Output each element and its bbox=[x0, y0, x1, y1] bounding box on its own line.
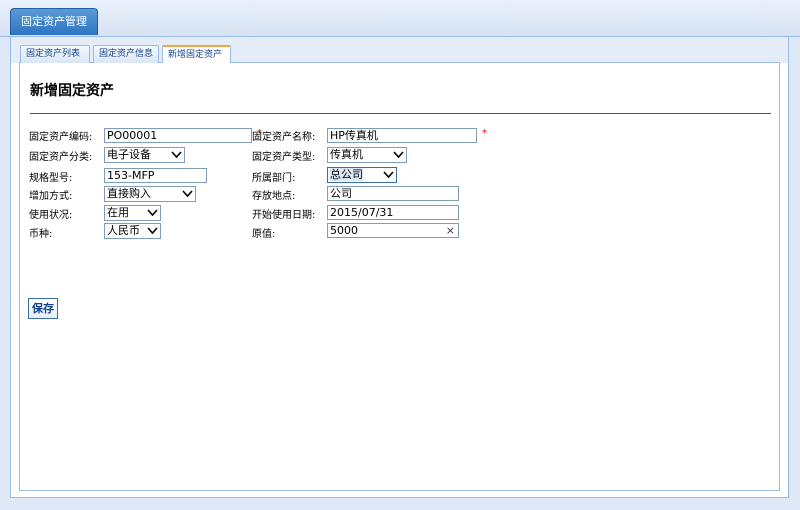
asset-category-value: 电子设备 bbox=[107, 148, 151, 161]
usage-status-value: 在用 bbox=[107, 206, 129, 219]
tab-add-asset[interactable]: 新增固定资产 bbox=[162, 45, 231, 64]
asset-type-value: 传真机 bbox=[330, 148, 363, 161]
asset-category-label: 固定资产分类: bbox=[29, 152, 93, 163]
currency-select[interactable]: 人民币 bbox=[104, 223, 161, 239]
chevron-down-icon bbox=[393, 151, 404, 159]
clear-icon[interactable]: × bbox=[446, 224, 455, 237]
tab-asset-list[interactable]: 固定资产列表 bbox=[20, 45, 90, 63]
top-tab-bar: 固定资产管理 bbox=[0, 0, 800, 37]
asset-name-label: 固定资产名称: bbox=[252, 132, 316, 143]
save-button[interactable]: 保存 bbox=[28, 298, 58, 319]
original-value-text: 5000 bbox=[330, 224, 358, 237]
increase-method-value: 直接购入 bbox=[107, 187, 151, 200]
usage-status-label: 使用状况: bbox=[29, 210, 73, 221]
content-container: 固定资产列表 固定资产信息 新增固定资产 新增固定资产 固定资产编码: PO00… bbox=[10, 36, 789, 498]
model-input[interactable]: 153-MFP bbox=[104, 168, 207, 183]
chevron-down-icon bbox=[147, 209, 158, 217]
original-value-input[interactable]: 5000 × bbox=[327, 223, 459, 238]
chevron-down-icon bbox=[383, 171, 394, 179]
chevron-down-icon bbox=[171, 151, 182, 159]
asset-code-label: 固定资产编码: bbox=[29, 132, 93, 143]
chevron-down-icon bbox=[147, 227, 158, 235]
currency-label: 币种: bbox=[29, 229, 53, 240]
asset-type-select[interactable]: 传真机 bbox=[327, 147, 407, 163]
increase-method-select[interactable]: 直接购入 bbox=[104, 186, 196, 202]
add-asset-form-panel: 新增固定资产 固定资产编码: PO00001 * 固定资产名称: HP传真机 *… bbox=[19, 63, 780, 491]
department-label: 所属部门: bbox=[252, 173, 296, 184]
asset-name-input[interactable]: HP传真机 bbox=[327, 128, 477, 143]
tab-asset-info[interactable]: 固定资产信息 bbox=[93, 45, 159, 63]
increase-method-label: 增加方式: bbox=[29, 191, 73, 202]
location-input[interactable]: 公司 bbox=[327, 186, 459, 201]
asset-category-select[interactable]: 电子设备 bbox=[104, 147, 185, 163]
department-value: 总公司 bbox=[330, 168, 363, 181]
department-select[interactable]: 总公司 bbox=[327, 167, 397, 183]
original-value-label: 原值: bbox=[252, 229, 276, 240]
location-label: 存放地点: bbox=[252, 191, 296, 202]
start-date-input[interactable]: 2015/07/31 bbox=[327, 205, 459, 220]
asset-code-input[interactable]: PO00001 bbox=[104, 128, 252, 143]
sub-tab-bar: 固定资产列表 固定资产信息 新增固定资产 bbox=[11, 37, 788, 64]
start-date-label: 开始使用日期: bbox=[252, 210, 316, 221]
divider bbox=[30, 113, 771, 114]
chevron-down-icon bbox=[182, 190, 193, 198]
usage-status-select[interactable]: 在用 bbox=[104, 205, 161, 221]
currency-value: 人民币 bbox=[107, 224, 140, 237]
tab-fixed-asset-management[interactable]: 固定资产管理 bbox=[10, 8, 98, 35]
required-mark: * bbox=[482, 128, 487, 139]
asset-type-label: 固定资产类型: bbox=[252, 152, 316, 163]
page-title: 新增固定资产 bbox=[30, 83, 114, 99]
model-label: 规格型号: bbox=[29, 173, 73, 184]
